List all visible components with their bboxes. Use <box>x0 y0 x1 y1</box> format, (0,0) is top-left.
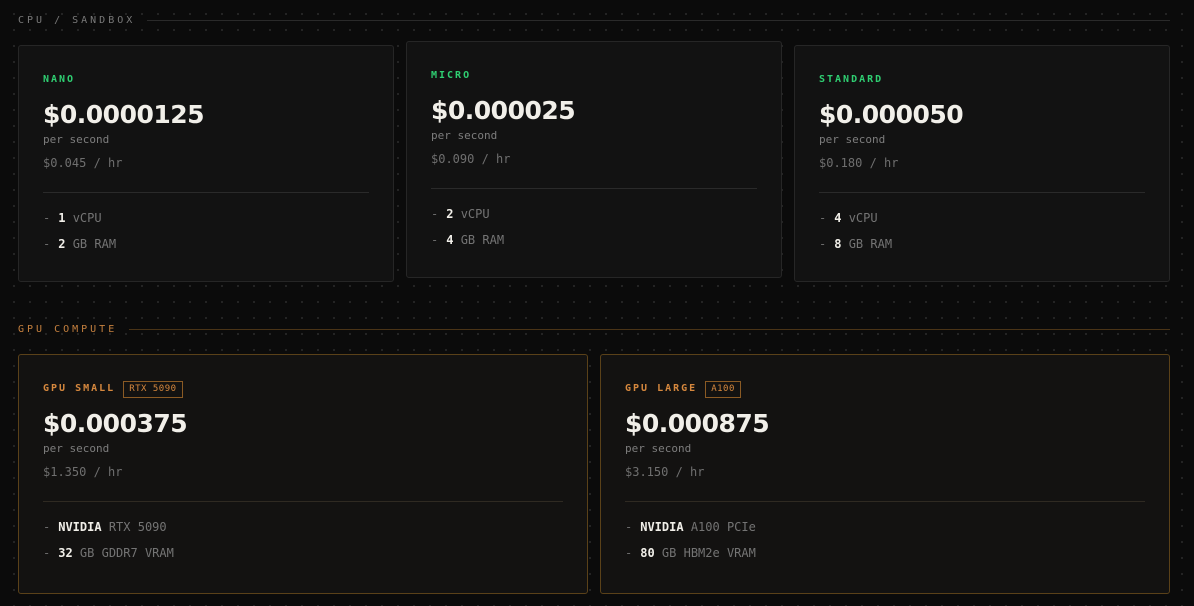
pricing-card-micro: MICRO $0.000025 per second $0.090 / hr -… <box>406 41 782 278</box>
spec-ram: -8 GB RAM <box>819 237 893 251</box>
price-unit: per second <box>43 133 110 146</box>
section-divider <box>147 20 1170 21</box>
spec-gpu-model: - NVIDIA A100 PCIe <box>625 520 756 534</box>
spec-ram: -2 GB RAM <box>43 237 117 251</box>
cpu-section-header: CPU / SANDBOX <box>18 15 1170 26</box>
price-unit: per second <box>625 442 692 455</box>
section-divider <box>129 329 1170 330</box>
hourly-price: $0.090 / hr <box>431 152 511 166</box>
price-unit: per second <box>43 442 110 455</box>
card-divider <box>43 501 563 502</box>
spec-vram: -32 GB GDDR7 VRAM <box>43 546 174 560</box>
card-divider <box>819 192 1145 193</box>
pricing-card-nano: NANO $0.0000125 per second $0.045 / hr -… <box>18 45 394 282</box>
tier-name: GPU SMALL <box>43 383 116 394</box>
spec-vcpu: -1 vCPU <box>43 211 102 225</box>
price-per-second: $0.000375 <box>43 409 188 438</box>
spec-vcpu: -4 vCPU <box>819 211 878 225</box>
tier-name: GPU LARGE <box>625 383 698 394</box>
hourly-price: $0.045 / hr <box>43 156 123 170</box>
gpu-model-badge: RTX 5090 <box>123 380 183 398</box>
card-divider <box>431 188 757 189</box>
pricing-card-gpu-large: GPU LARGE A100 $0.000875 per second $3.1… <box>600 354 1170 594</box>
spec-gpu-model: - NVIDIA RTX 5090 <box>43 520 167 534</box>
tier-label: GPU LARGE A100 <box>625 380 1145 398</box>
tier-label: MICRO <box>431 70 472 81</box>
cpu-section-title: CPU / SANDBOX <box>18 15 136 26</box>
card-divider <box>43 192 369 193</box>
tier-label: GPU SMALL RTX 5090 <box>43 380 563 398</box>
pricing-card-standard: STANDARD $0.000050 per second $0.180 / h… <box>794 45 1170 282</box>
gpu-model-badge: A100 <box>705 380 741 398</box>
price-per-second: $0.0000125 <box>43 100 205 129</box>
price-unit: per second <box>819 133 886 146</box>
hourly-price: $0.180 / hr <box>819 156 899 170</box>
spec-ram: -4 GB RAM <box>431 233 505 247</box>
price-unit: per second <box>431 129 498 142</box>
pricing-card-gpu-small: GPU SMALL RTX 5090 $0.000375 per second … <box>18 354 588 594</box>
tier-label: STANDARD <box>819 74 884 85</box>
price-per-second: $0.000050 <box>819 100 964 129</box>
tier-label: NANO <box>43 74 76 85</box>
hourly-price: $3.150 / hr <box>625 465 705 479</box>
price-per-second: $0.000025 <box>431 96 576 125</box>
spec-vram: -80 GB HBM2e VRAM <box>625 546 756 560</box>
price-per-second: $0.000875 <box>625 409 770 438</box>
spec-vcpu: -2 vCPU <box>431 207 490 221</box>
gpu-section-header: GPU COMPUTE <box>18 324 1170 335</box>
hourly-price: $1.350 / hr <box>43 465 123 479</box>
card-divider <box>625 501 1145 502</box>
gpu-section-title: GPU COMPUTE <box>18 324 118 335</box>
